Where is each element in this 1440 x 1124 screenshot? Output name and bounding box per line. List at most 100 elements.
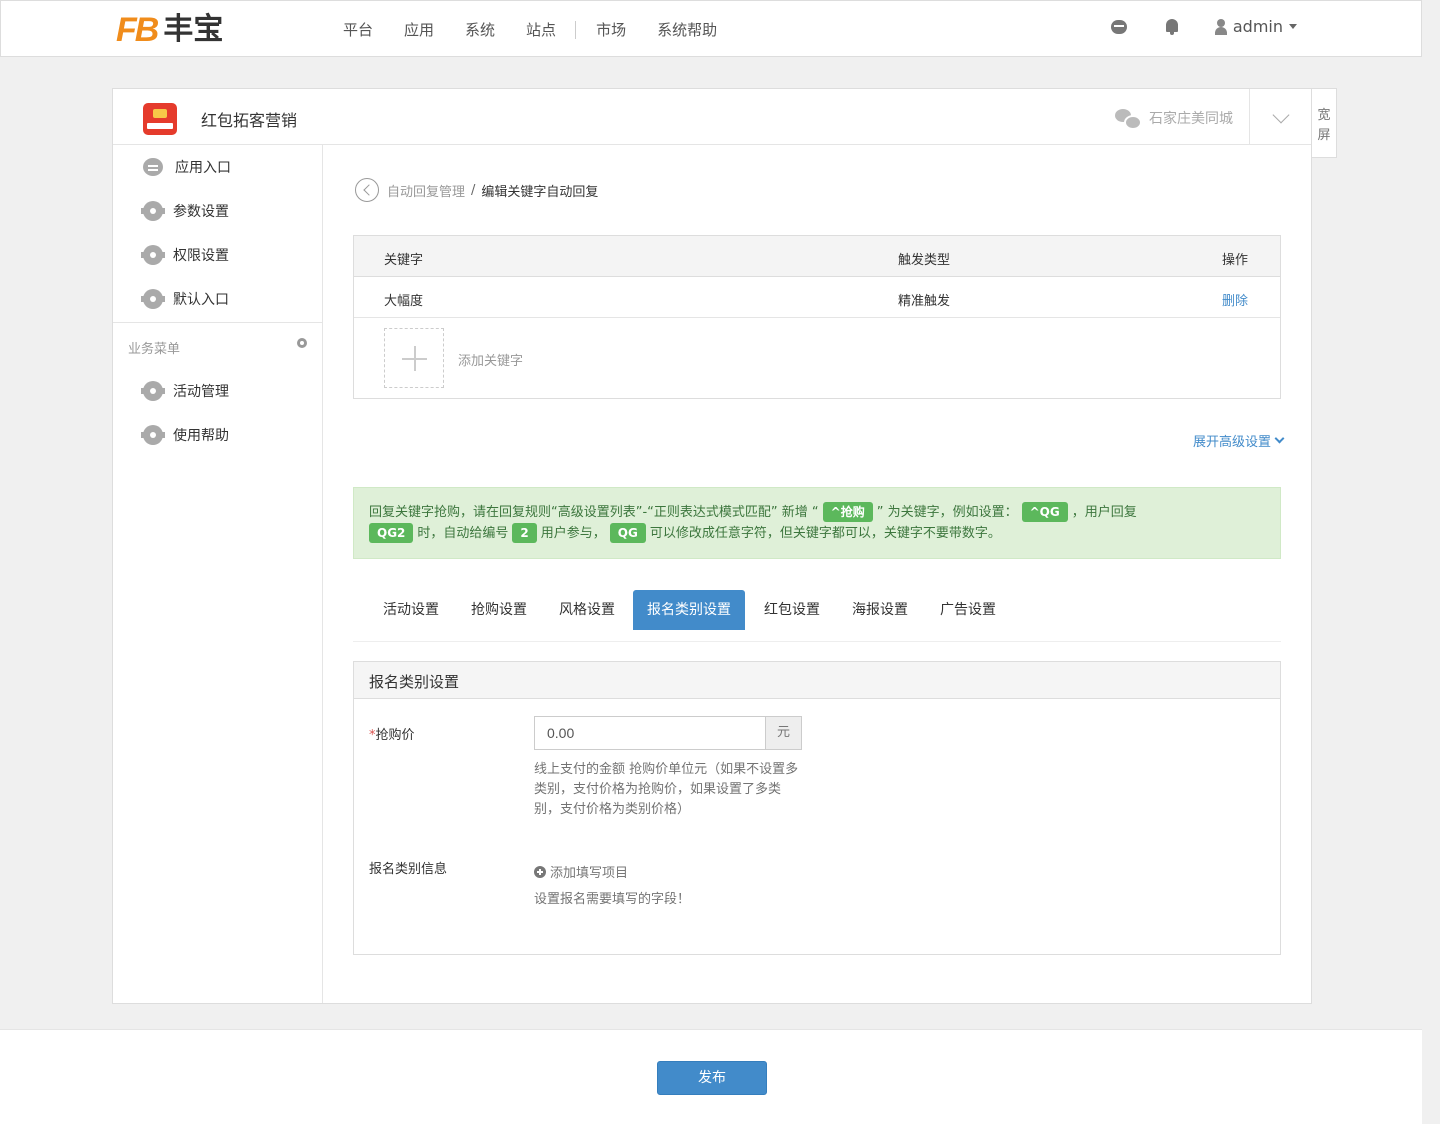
site-logo[interactable]: FB 丰宝 <box>116 13 223 47</box>
app-name: 红包拓客营销 <box>201 111 298 130</box>
alert-tag: 2 <box>512 523 537 543</box>
footer-bar: 发布 <box>0 1029 1422 1124</box>
breadcrumb-parent[interactable]: 自动回复管理 <box>387 181 465 200</box>
breadcrumb-current: 编辑关键字自动回复 <box>481 184 599 200</box>
sidebar-item-help[interactable]: 使用帮助 <box>141 423 229 447</box>
main-panel: 红包拓客营销 石家庄美同城 应用入口 参数设置 权限设置 默认入口 业务菜单 活… <box>112 88 1312 1004</box>
sidebar-divider <box>113 322 322 323</box>
column-trigger-type: 触发类型 <box>898 253 951 268</box>
expand-advanced-label: 展开高级设置 <box>1192 435 1271 450</box>
wide-screen-toggle[interactable]: 宽屏 <box>1311 88 1337 158</box>
user-icon <box>1214 18 1227 35</box>
top-right-tools: admin <box>1110 17 1297 36</box>
section-settings-icon[interactable] <box>297 338 307 348</box>
nav-item-sites[interactable]: 站点 <box>526 19 556 41</box>
message-icon[interactable] <box>1110 18 1129 36</box>
publish-button[interactable]: 发布 <box>657 1061 767 1095</box>
alert-text: ” 为关键字，例如设置： <box>876 505 1018 520</box>
nav-divider <box>575 21 577 39</box>
username: admin <box>1232 17 1283 36</box>
panel-title: 报名类别设置 <box>354 662 1280 699</box>
account-switcher[interactable]: 石家庄美同城 <box>1115 108 1233 130</box>
account-name: 石家庄美同城 <box>1149 111 1233 127</box>
chevron-down-icon <box>1274 433 1285 444</box>
keyword-value: 大幅度 <box>384 294 424 309</box>
caret-down-icon <box>1289 24 1297 29</box>
gear-icon <box>141 245 165 265</box>
plus-circle-icon <box>534 865 546 878</box>
alert-text: 时，自动给编号 <box>417 526 509 541</box>
top-navbar: FB 丰宝 平台 应用 系统 站点 市场 系统帮助 admin <box>0 0 1422 57</box>
add-field-button[interactable]: 添加填写项目 <box>534 862 628 881</box>
chevron-down-icon[interactable] <box>1272 106 1290 124</box>
signup-category-panel: 报名类别设置 *抢购价 0.00 元 线上支付的金额 抢购价单位元（如果不设置多… <box>353 661 1281 955</box>
category-info-help: 设置报名需要填写的字段！ <box>534 892 691 907</box>
main-nav: 平台 应用 系统 站点 市场 系统帮助 <box>343 19 748 41</box>
alert-tag: ^抢购 <box>822 502 873 522</box>
sidebar-section-title: 业务菜单 <box>128 342 181 357</box>
info-alert: 回复关键字抢购，请在回复规则“高级设置列表”-“正则表达式模式匹配” 新增 “^… <box>353 487 1281 559</box>
user-menu[interactable]: admin <box>1214 17 1297 36</box>
back-arrow-icon[interactable] <box>355 178 379 202</box>
alert-text: ，用户回复 <box>1071 505 1137 520</box>
sidebar-item-label: 使用帮助 <box>173 428 229 444</box>
tab-poster[interactable]: 海报设置 <box>838 590 922 630</box>
add-field-label: 添加填写项目 <box>550 866 629 881</box>
sidebar-item-params[interactable]: 参数设置 <box>141 199 229 223</box>
tab-purchase[interactable]: 抢购设置 <box>457 590 541 630</box>
sidebar-item-label: 默认入口 <box>173 292 229 308</box>
logo-cn-text: 丰宝 <box>163 13 224 46</box>
keyword-table: 关键字 触发类型 操作 大幅度 精准触发 删除 添加关键字 <box>353 235 1281 399</box>
table-header: 关键字 触发类型 操作 <box>354 236 1280 277</box>
alert-tag: QG2 <box>369 523 414 543</box>
chat-bubble-icon <box>143 158 163 176</box>
delete-link[interactable]: 删除 <box>1222 290 1248 309</box>
nav-item-market[interactable]: 市场 <box>596 19 626 41</box>
category-info-label: 报名类别信息 <box>369 862 448 877</box>
price-label: *抢购价 <box>369 724 415 743</box>
sidebar: 应用入口 参数设置 权限设置 默认入口 业务菜单 活动管理 使用帮助 <box>113 145 323 1003</box>
price-input-group: 0.00 元 <box>534 716 802 750</box>
sidebar-item-default-entry[interactable]: 默认入口 <box>141 287 229 311</box>
trigger-type-value: 精准触发 <box>898 294 951 309</box>
price-unit: 元 <box>766 716 802 750</box>
scrollbar-track[interactable] <box>1422 0 1440 1124</box>
nav-item-help[interactable]: 系统帮助 <box>657 19 717 41</box>
tab-activity[interactable]: 活动设置 <box>369 590 453 630</box>
tab-style[interactable]: 风格设置 <box>545 590 629 630</box>
add-keyword-label[interactable]: 添加关键字 <box>458 350 523 369</box>
nav-item-apps[interactable]: 应用 <box>404 19 434 41</box>
column-action: 操作 <box>1222 253 1249 268</box>
column-keyword: 关键字 <box>384 253 424 268</box>
price-input[interactable]: 0.00 <box>534 716 766 750</box>
gear-icon <box>141 425 165 445</box>
alert-tag: ^QG <box>1021 502 1068 522</box>
price-label-text: 抢购价 <box>375 728 415 743</box>
header-divider <box>1249 89 1250 145</box>
table-row: 大幅度 精准触发 删除 <box>354 277 1280 318</box>
tab-ads[interactable]: 广告设置 <box>926 590 1010 630</box>
add-keyword-button[interactable] <box>384 328 444 388</box>
breadcrumb-separator: / <box>471 182 476 198</box>
tab-signup-category[interactable]: 报名类别设置 <box>633 590 745 630</box>
gear-icon <box>141 201 165 221</box>
bell-icon[interactable] <box>1163 18 1181 36</box>
expand-advanced-link[interactable]: 展开高级设置 <box>1192 431 1285 450</box>
sidebar-item-label: 活动管理 <box>173 384 229 400</box>
logo-fb-text: FB <box>116 11 159 49</box>
breadcrumb: 自动回复管理 / 编辑关键字自动回复 <box>355 178 598 202</box>
alert-text: 用户参与， <box>540 526 606 541</box>
nav-item-system[interactable]: 系统 <box>465 19 495 41</box>
sidebar-item-label: 参数设置 <box>173 204 229 220</box>
alert-text: 回复关键字抢购，请在回复规则“高级设置列表”-“正则表达式模式匹配” 新增 “ <box>369 505 819 520</box>
gear-icon <box>141 381 165 401</box>
alert-text: 可以修改成任意字符，但关键字都可以，关键字不要带数字。 <box>649 526 1001 541</box>
sidebar-item-activity[interactable]: 活动管理 <box>141 379 229 403</box>
nav-item-platform[interactable]: 平台 <box>343 19 373 41</box>
sidebar-item-entry[interactable]: 应用入口 <box>143 155 231 179</box>
gear-icon <box>141 289 165 309</box>
sidebar-item-label: 应用入口 <box>175 160 231 176</box>
sidebar-item-permissions[interactable]: 权限设置 <box>141 243 229 267</box>
wechat-icon <box>1115 109 1142 130</box>
tab-redpacket[interactable]: 红包设置 <box>750 590 834 630</box>
